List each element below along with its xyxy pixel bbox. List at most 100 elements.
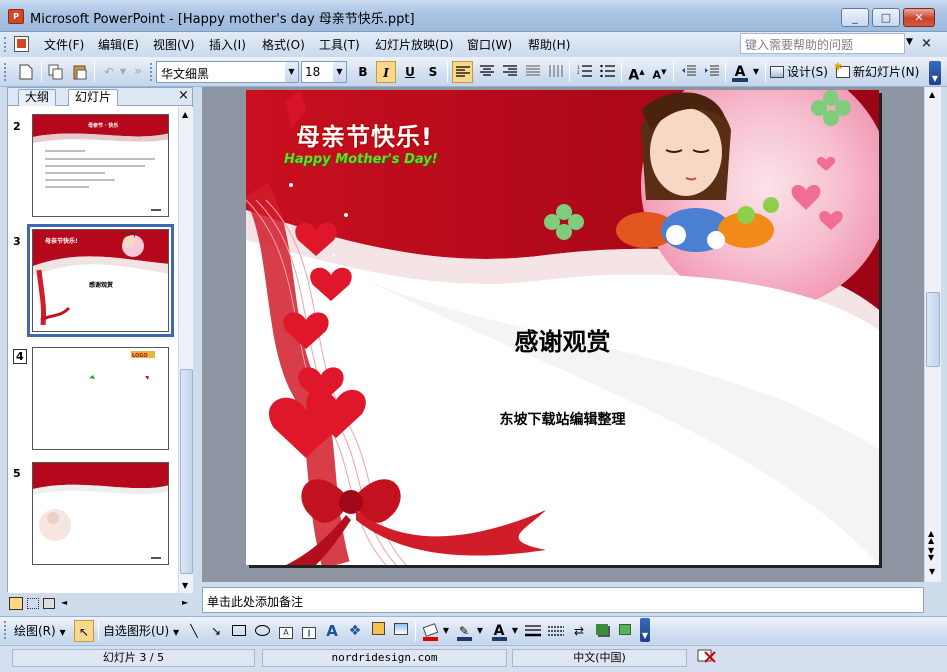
- copy-icon[interactable]: [46, 61, 66, 83]
- notes-pane[interactable]: 单击此处添加备注: [202, 587, 924, 613]
- justify-icon[interactable]: [522, 61, 543, 83]
- shadow-style-icon[interactable]: [592, 620, 612, 642]
- slide-thumbnail-2[interactable]: 母亲节 · 快乐: [32, 114, 169, 217]
- spelling-check-icon[interactable]: [692, 649, 722, 667]
- wordart-icon[interactable]: A: [322, 620, 342, 642]
- drawing-toolbar-options-icon[interactable]: ▼: [640, 618, 650, 642]
- oval-tool-icon[interactable]: [252, 620, 272, 642]
- font-size-dropdown-icon[interactable]: ▼: [333, 62, 346, 82]
- align-right-icon[interactable]: [499, 61, 520, 83]
- rectangle-tool-icon[interactable]: [229, 620, 249, 642]
- slide-scrollbar[interactable]: ▲ ▲ ▲ ▼ ▼ ▼: [924, 87, 941, 582]
- previous-slide-icon[interactable]: ▲ ▲: [928, 530, 934, 545]
- undo-icon[interactable]: ↶: [100, 61, 118, 83]
- slide-title[interactable]: 感谢观赏: [246, 322, 879, 357]
- document-icon[interactable]: [14, 36, 29, 52]
- menu-tools[interactable]: 工具(T): [319, 36, 360, 53]
- draw-menu-button[interactable]: 绘图(R) ▼: [14, 620, 70, 642]
- menu-format[interactable]: 格式(O): [262, 36, 305, 53]
- horizontal-scroll-right-icon[interactable]: ►: [182, 598, 188, 607]
- dash-style-icon[interactable]: [546, 620, 566, 642]
- line-color-dropdown-icon[interactable]: ▼: [475, 620, 485, 642]
- toolbar-grip-handle[interactable]: [4, 63, 7, 81]
- fill-color-icon[interactable]: [420, 620, 440, 642]
- diagram-icon[interactable]: ❖: [345, 620, 365, 642]
- select-pointer-icon[interactable]: ↖: [74, 620, 94, 642]
- powerpoint-app-icon[interactable]: P: [8, 9, 24, 24]
- menu-window[interactable]: 窗口(W): [467, 36, 512, 53]
- paste-icon[interactable]: [70, 61, 90, 83]
- arrow-tool-icon[interactable]: ↘: [206, 620, 226, 642]
- shadow-button[interactable]: S: [423, 61, 443, 83]
- help-dropdown-icon[interactable]: ▼: [906, 37, 913, 47]
- help-search-input[interactable]: 键入需要帮助的问题: [740, 33, 905, 54]
- new-document-icon[interactable]: [16, 61, 36, 83]
- current-slide[interactable]: 母亲节快乐! Happy Mother's Day! 感谢观赏 东坡下载站编辑整…: [246, 90, 879, 565]
- tab-outline[interactable]: 大纲: [18, 89, 57, 106]
- normal-view-icon[interactable]: [9, 597, 23, 610]
- increase-font-icon[interactable]: A▲: [626, 61, 647, 84]
- menu-file[interactable]: 文件(F): [44, 36, 84, 53]
- font-color-drawing-dropdown-icon[interactable]: ▼: [510, 620, 520, 642]
- slide-thumbnail-4[interactable]: LOGO: [32, 347, 169, 450]
- slide-sorter-icon[interactable]: [27, 598, 39, 609]
- bullet-list-icon[interactable]: [597, 61, 618, 83]
- underline-button[interactable]: U: [400, 61, 420, 83]
- decrease-font-icon[interactable]: A▼: [649, 61, 670, 83]
- line-style-icon[interactable]: [523, 620, 543, 642]
- scroll-up-icon[interactable]: ▲: [929, 90, 935, 99]
- scrollbar-thumb[interactable]: [180, 369, 193, 574]
- fill-color-dropdown-icon[interactable]: ▼: [441, 620, 451, 642]
- numbered-list-icon[interactable]: 12: [574, 61, 595, 83]
- close-pane-icon[interactable]: ×: [178, 88, 189, 103]
- insert-picture-icon[interactable]: [391, 620, 411, 642]
- horizontal-scroll-left-icon[interactable]: ◄: [61, 598, 67, 607]
- scroll-down-icon[interactable]: ▼: [182, 581, 188, 590]
- maximize-button[interactable]: □: [872, 8, 900, 27]
- font-color-dropdown-icon[interactable]: ▼: [751, 61, 761, 83]
- decrease-indent-icon[interactable]: [678, 61, 699, 83]
- minimize-button[interactable]: _: [841, 8, 869, 27]
- slide-subtitle[interactable]: 东坡下载站编辑整理: [246, 409, 879, 429]
- next-slide-icon[interactable]: ▼ ▼: [928, 547, 934, 562]
- toolbar-grip-handle[interactable]: [4, 621, 7, 639]
- italic-button[interactable]: I: [376, 61, 396, 83]
- font-name-select[interactable]: 华文细黑 ▼: [156, 61, 299, 83]
- clip-art-icon[interactable]: [368, 620, 388, 642]
- font-color-drawing-icon[interactable]: A: [489, 620, 509, 642]
- bold-button[interactable]: B: [353, 61, 373, 83]
- scrollbar-thumb[interactable]: [926, 292, 940, 367]
- design-button[interactable]: 设计(S): [770, 61, 832, 83]
- menu-insert[interactable]: 插入(I): [209, 36, 246, 53]
- menu-help[interactable]: 帮助(H): [528, 36, 570, 53]
- text-box-icon[interactable]: A: [276, 620, 296, 642]
- scroll-up-icon[interactable]: ▲: [182, 110, 188, 119]
- toolbar-grip-handle[interactable]: [150, 63, 153, 81]
- line-tool-icon[interactable]: ╲: [184, 620, 204, 642]
- arrow-style-icon[interactable]: ⇄: [569, 620, 589, 642]
- toolbar-options-icon[interactable]: ▼: [929, 61, 941, 85]
- distribute-icon[interactable]: [545, 61, 566, 83]
- font-size-select[interactable]: 18 ▼: [301, 61, 347, 83]
- align-left-icon[interactable]: [452, 61, 473, 83]
- menu-grip-handle[interactable]: [4, 37, 7, 52]
- menu-edit[interactable]: 编辑(E): [98, 36, 139, 53]
- close-button[interactable]: ✕: [903, 8, 935, 27]
- menu-view[interactable]: 视图(V): [153, 36, 195, 53]
- vertical-text-box-icon[interactable]: ‖: [299, 620, 319, 642]
- scroll-down-icon[interactable]: ▼: [929, 567, 935, 576]
- new-slide-button[interactable]: ✱ 新幻灯片(N): [834, 61, 926, 83]
- font-color-icon[interactable]: A: [730, 61, 750, 83]
- line-color-icon[interactable]: ✎: [454, 620, 474, 642]
- increase-indent-icon[interactable]: [701, 61, 722, 83]
- autoshapes-button[interactable]: 自选图形(U) ▼: [103, 620, 181, 642]
- close-document-icon[interactable]: ×: [921, 36, 932, 51]
- thumbnail-scrollbar[interactable]: ▲ ▼: [178, 107, 193, 593]
- tab-slides[interactable]: 幻灯片: [68, 89, 119, 106]
- font-name-dropdown-icon[interactable]: ▼: [285, 62, 298, 82]
- undo-dropdown-icon[interactable]: ▼: [118, 61, 128, 83]
- align-center-icon[interactable]: [476, 61, 497, 83]
- menu-slideshow[interactable]: 幻灯片放映(D): [375, 36, 454, 53]
- slide-thumbnail-5[interactable]: [32, 462, 169, 565]
- 3d-style-icon[interactable]: [615, 620, 635, 642]
